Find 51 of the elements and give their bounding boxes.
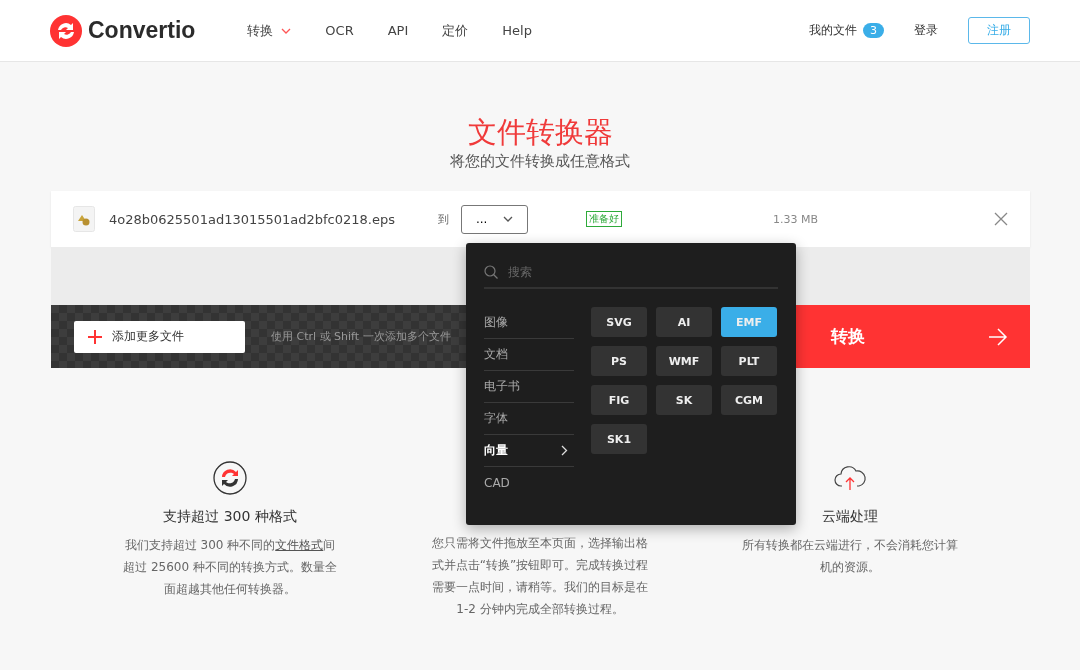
nav-link[interactable]: OCR	[325, 23, 354, 38]
nav-link[interactable]: Help	[502, 23, 532, 38]
feature-title: 支持超过 300 种格式	[163, 508, 297, 526]
caret-icon	[503, 216, 514, 222]
category-item[interactable]: 电子书	[484, 371, 574, 403]
my-files-link[interactable]: 我的文件	[809, 22, 857, 39]
convert-button[interactable]: 转换	[795, 305, 1030, 368]
nav-link[interactable]: 转换	[247, 21, 292, 40]
close-icon[interactable]	[994, 212, 1008, 226]
logo-icon[interactable]	[50, 14, 82, 47]
format-option[interactable]: AI	[656, 307, 712, 337]
feature-description: 我们支持超过 300 种不同的文件格式间超过 25600 种不同的转换方式。数量全面超越其他任何转换器。	[122, 537, 338, 598]
file-count-badge: 3	[863, 23, 884, 38]
to-label: 到	[438, 211, 449, 227]
file-icon	[73, 206, 95, 232]
file-formats-link[interactable]: 文件格式	[275, 538, 324, 552]
category-item[interactable]: 字体	[484, 403, 574, 435]
file-name: 4o28b0625501ad13015501ad2bfc0218.eps	[109, 211, 396, 227]
feature-description: 您只需将文件拖放至本页面，选择输出格式并点击“转换”按钮即可。完成转换过程需要一点时间，请稍等。我们的目标是在 1-2 分钟内完成全部转换过程。	[430, 535, 650, 618]
chevron-right-icon	[561, 445, 568, 456]
hint-text: 使用 Ctrl 或 Shift 一次添加多个文件	[271, 329, 451, 344]
arrow-right-icon	[988, 327, 1008, 346]
file-size: 1.33 MB	[773, 212, 819, 226]
format-option[interactable]: FIG	[591, 385, 647, 415]
format-option[interactable]: WMF	[656, 346, 712, 376]
page-subtitle: 将您的文件转换成任意格式	[449, 152, 631, 171]
format-option[interactable]: CGM	[721, 385, 777, 415]
add-files-button[interactable]: 添加更多文件	[74, 320, 245, 353]
category-item[interactable]: 文档	[484, 339, 574, 371]
category-item[interactable]: CAD	[484, 467, 574, 499]
feature-description: 所有转换都在云端进行，不会消耗您计算机的资源。	[741, 537, 959, 576]
status-badge: 准备好	[586, 211, 622, 227]
category-item[interactable]: 图像	[484, 307, 574, 339]
category-item[interactable]: 向量	[484, 435, 574, 467]
sync-icon	[212, 460, 248, 496]
format-option[interactable]: PLT	[721, 346, 777, 376]
plus-icon	[88, 329, 102, 344]
search-field[interactable]: 搜索	[506, 264, 710, 280]
logo-text[interactable]: Convertio	[88, 17, 196, 44]
nav-link[interactable]: API	[387, 23, 409, 38]
login-link[interactable]: 登录	[914, 22, 938, 39]
format-option[interactable]: PS	[591, 346, 647, 376]
feature-title: 云端处理	[822, 508, 878, 526]
nav-link[interactable]: 定价	[442, 21, 469, 40]
format-option[interactable]: SK1	[591, 424, 647, 454]
search-icon	[484, 265, 498, 279]
format-option[interactable]: SK	[656, 385, 712, 415]
caret-icon	[281, 27, 292, 34]
format-option[interactable]: SVG	[591, 307, 647, 337]
page-title: 文件转换器	[466, 114, 614, 150]
format-select[interactable]: ...	[461, 204, 528, 234]
